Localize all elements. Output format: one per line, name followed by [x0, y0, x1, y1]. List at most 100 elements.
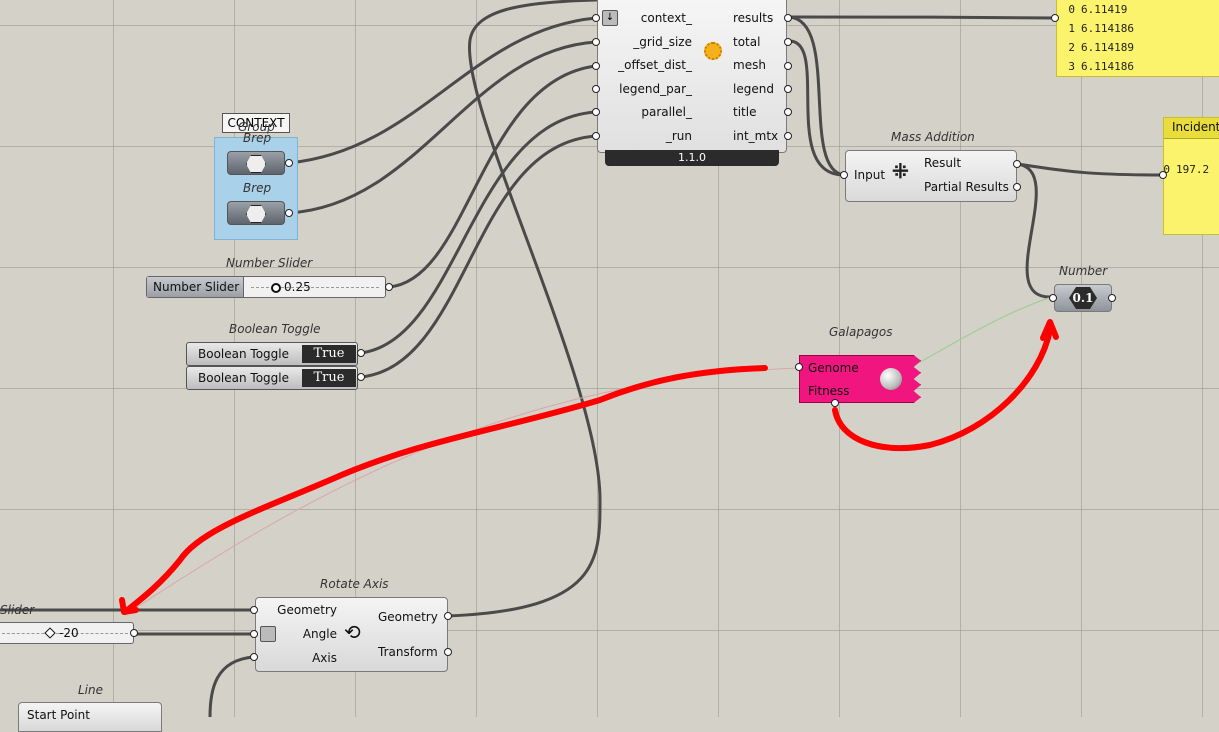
- port-brep-1[interactable]: [285, 159, 293, 167]
- port-rotate-axis-in[interactable]: [250, 653, 258, 661]
- port-rotate-geometry-in[interactable]: [250, 606, 258, 614]
- port-rotate-transform-out[interactable]: [444, 648, 452, 656]
- port-run[interactable]: [592, 132, 600, 140]
- mass-addition-partial[interactable]: Partial Results: [924, 180, 1009, 194]
- line-component[interactable]: Start Point: [18, 702, 162, 732]
- input-grid-size[interactable]: _grid_size: [633, 35, 692, 49]
- port-angle-slider[interactable]: [130, 629, 138, 637]
- mass-addition-title: Mass Addition: [891, 130, 975, 144]
- slider-grip-icon[interactable]: [271, 283, 281, 293]
- wire-result-number: [1015, 162, 1054, 299]
- port-mass-result[interactable]: [1013, 160, 1021, 168]
- panel-row: 1 6.114186: [1068, 22, 1134, 35]
- rotate-axis-component[interactable]: Geometry Angle Axis ⟲ Geometry Transform: [255, 597, 448, 672]
- input-offset-dist[interactable]: _offset_dist_: [618, 58, 692, 72]
- port-brep-2[interactable]: [285, 209, 293, 217]
- output-total[interactable]: total: [733, 35, 760, 49]
- rotate-axis-icon: ⟲: [344, 620, 361, 644]
- panel-row: 2 6.114189: [1068, 41, 1134, 54]
- brep-icon: [246, 205, 266, 223]
- galapagos-component[interactable]: Genome Fitness: [799, 355, 921, 403]
- results-panel[interactable]: 0 6.11419 1 6.114186 2 6.114189 3 6.114186: [1056, 0, 1219, 77]
- port-rotate-angle-in[interactable]: [250, 630, 258, 638]
- wire-result-incident: [1015, 162, 1165, 177]
- port-rotate-geometry-out[interactable]: [444, 612, 452, 620]
- port-number-in[interactable]: [1049, 294, 1057, 302]
- port-int-mtx[interactable]: [784, 132, 792, 140]
- port-context[interactable]: [592, 14, 600, 22]
- mass-addition-icon: ⁜: [892, 159, 909, 183]
- port-grid-size[interactable]: [592, 38, 600, 46]
- port-galapagos-fitness[interactable]: [831, 399, 839, 407]
- input-run[interactable]: _run: [666, 129, 692, 143]
- version-bar: 1.1.0: [605, 150, 779, 166]
- line-input-start[interactable]: Start Point: [27, 708, 90, 722]
- brep-title-2: Brep: [243, 181, 272, 195]
- main-component[interactable]: ↓ context_ _grid_size _offset_dist_ lege…: [597, 0, 787, 153]
- expander-button[interactable]: ↓: [602, 10, 618, 26]
- angle-slider[interactable]: -20: [0, 622, 134, 644]
- port-total[interactable]: [784, 38, 792, 46]
- incident-panel[interactable]: Incident 0 197.2: [1163, 117, 1219, 235]
- brep-param-2[interactable]: [227, 201, 285, 225]
- brep-title-1: Brep: [243, 131, 272, 145]
- output-legend[interactable]: legend: [733, 82, 774, 96]
- port-mass-partial[interactable]: [1013, 183, 1021, 191]
- number-slider-title: Number Slider: [226, 256, 313, 270]
- number-slider[interactable]: Number Slider 0.25: [146, 276, 386, 298]
- angle-param-icon: [260, 626, 276, 642]
- mass-addition-component[interactable]: Input ⁜ Result Partial Results: [845, 150, 1017, 202]
- rotate-input-geometry[interactable]: Geometry: [277, 603, 337, 617]
- number-title: Number: [1059, 264, 1108, 278]
- galapagos-genome[interactable]: Genome: [808, 361, 859, 375]
- output-results[interactable]: results: [733, 11, 773, 25]
- port-results[interactable]: [784, 14, 792, 22]
- output-mesh[interactable]: mesh: [733, 58, 766, 72]
- rotate-axis-title: Rotate Axis: [320, 577, 389, 591]
- port-toggle-2[interactable]: [357, 373, 365, 381]
- port-offset-dist[interactable]: [592, 62, 600, 70]
- mass-addition-input[interactable]: Input: [854, 168, 885, 182]
- galapagos-fitness[interactable]: Fitness: [808, 384, 850, 398]
- boolean-toggle-label: Boolean Toggle: [198, 371, 289, 385]
- port-number-slider[interactable]: [385, 283, 393, 291]
- input-context[interactable]: context_: [641, 11, 692, 25]
- boolean-toggle-value[interactable]: True: [302, 369, 356, 387]
- mass-addition-result[interactable]: Result: [924, 156, 961, 170]
- galapagos-icon: [880, 368, 902, 390]
- rotate-output-geometry[interactable]: Geometry: [378, 610, 438, 624]
- port-results-panel-in[interactable]: [1051, 14, 1059, 22]
- rotate-input-axis[interactable]: Axis: [312, 651, 337, 665]
- version-label: 1.1.0: [678, 151, 706, 164]
- wire-brep1-context: [287, 16, 598, 165]
- boolean-toggle-label: Boolean Toggle: [198, 347, 289, 361]
- port-title[interactable]: [784, 108, 792, 116]
- brep-param-1[interactable]: [227, 151, 285, 175]
- input-parallel[interactable]: parallel_: [641, 105, 692, 119]
- port-mesh[interactable]: [784, 62, 792, 70]
- input-legend-par[interactable]: legend_par_: [619, 82, 692, 96]
- number-param[interactable]: 0.1: [1054, 284, 1112, 312]
- port-galapagos-genome[interactable]: [795, 363, 803, 371]
- wire-toggle1-parallel: [359, 110, 598, 355]
- sun-icon: [704, 42, 722, 60]
- rotate-input-angle[interactable]: Angle: [303, 627, 337, 641]
- port-incident-in[interactable]: [1159, 171, 1167, 179]
- boolean-toggle-2[interactable]: Boolean Toggle True: [186, 366, 358, 390]
- boolean-toggle-1[interactable]: Boolean Toggle True: [186, 342, 358, 366]
- slider-grip-icon[interactable]: [44, 627, 56, 639]
- number-slider-value: 0.25: [284, 280, 311, 294]
- rotate-output-transform[interactable]: Transform: [378, 645, 438, 659]
- port-mass-input[interactable]: [840, 171, 848, 179]
- port-legend-par[interactable]: [592, 85, 600, 93]
- port-parallel[interactable]: [592, 108, 600, 116]
- port-toggle-1[interactable]: [357, 349, 365, 357]
- port-number-out[interactable]: [1108, 294, 1116, 302]
- wire-slider-offset: [387, 64, 598, 289]
- wire-results-massaddition-2: [787, 15, 846, 177]
- boolean-toggle-title: Boolean Toggle: [229, 322, 321, 336]
- output-int-mtx[interactable]: int_mtx: [733, 129, 778, 143]
- output-title[interactable]: title: [733, 105, 756, 119]
- port-legend[interactable]: [784, 85, 792, 93]
- boolean-toggle-value[interactable]: True: [302, 345, 356, 363]
